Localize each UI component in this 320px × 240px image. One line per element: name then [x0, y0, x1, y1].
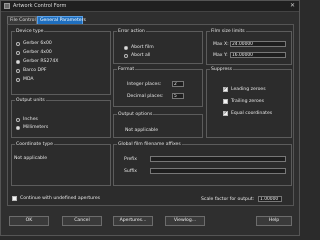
device-gerber-6x00-option[interactable]: Gerber 6x00 — [16, 41, 52, 46]
artwork-control-window: Artwork Control Form ✕ File Control Gene… — [0, 0, 300, 236]
option-label: MDA — [23, 77, 34, 82]
max-x-label: Max X: — [213, 42, 229, 47]
radio-icon — [16, 77, 20, 82]
suppress-trailing-zeroes[interactable]: Trailing zeroes — [223, 99, 264, 104]
film-size-limits-group: Film size limits Max X: 24.00000 Max Y: … — [206, 29, 292, 65]
radio-icon — [16, 117, 20, 122]
abort-film-option[interactable]: Abort film — [124, 45, 154, 50]
form-icon — [4, 3, 10, 9]
checkbox-checked-icon — [223, 87, 228, 92]
checkbox-label: Trailing zeroes — [231, 99, 265, 104]
cancel-button[interactable]: Cancel — [62, 216, 102, 226]
device-barco-dpf-option[interactable]: Barco DPF — [16, 68, 47, 73]
abort-all-option[interactable]: Abort all — [124, 53, 150, 58]
suppress-equal-coordinates[interactable]: Equal coordinates — [223, 111, 272, 116]
title-bar: Artwork Control Form ✕ — [1, 1, 299, 12]
option-label: Gerber 6x00 — [23, 41, 52, 46]
device-type-title: Device type — [15, 29, 45, 34]
close-icon[interactable]: ✕ — [290, 2, 295, 10]
option-label: Millimeters — [23, 125, 49, 130]
decimal-places-input[interactable]: 5 — [172, 93, 184, 99]
output-options-title: Output options — [117, 112, 154, 117]
option-label: Abort film — [131, 45, 154, 50]
continue-undefined-apertures[interactable]: Continue with undefined apertures — [12, 196, 100, 201]
device-gerber-4x00-option[interactable]: Gerber 4x00 — [16, 50, 52, 55]
device-gerber-rs274x-option[interactable]: Gerber RS274X — [16, 59, 58, 64]
coordinate-type-title: Coordinate type — [15, 142, 54, 147]
help-button[interactable]: Help — [256, 216, 292, 226]
checkbox-label: Equal coordinates — [231, 111, 273, 116]
max-x-input[interactable]: 24.00000 — [230, 41, 286, 47]
option-label: Inches — [23, 117, 38, 122]
ok-button[interactable]: OK — [9, 216, 49, 226]
suppress-leading-zeroes[interactable]: Leading zeroes — [223, 87, 266, 92]
output-units-group: Output units Inches Millimeters — [11, 98, 111, 138]
format-group: Format Integer places: 2 Decimal places:… — [113, 67, 203, 107]
max-y-input[interactable]: 16.00000 — [230, 52, 286, 58]
scale-factor-input[interactable]: 1.00000 — [258, 196, 282, 202]
prefix-label: Prefix — [124, 157, 137, 162]
radio-selected-icon — [124, 45, 128, 50]
integer-places-input[interactable]: 2 — [172, 81, 184, 87]
coordinate-type-value: Not applicable — [14, 156, 48, 161]
radio-icon — [16, 50, 20, 55]
viewlog-button[interactable]: Viewlog... — [165, 216, 205, 226]
format-title: Format — [117, 67, 136, 72]
scale-factor-label: Scale factor for output: — [201, 197, 255, 202]
option-label: Gerber RS274X — [23, 59, 59, 64]
checkbox-checked-icon — [223, 111, 228, 116]
option-label: Gerber 4x00 — [23, 50, 52, 55]
output-options-group: Output options Not applicable — [113, 112, 203, 138]
suppress-title: Suppress — [210, 67, 234, 72]
general-parameters-panel: Device type Gerber 6x00 Gerber 4x00 Gerb… — [7, 24, 294, 206]
global-affixes-group: Global film filename affixes Prefix Suff… — [113, 142, 292, 186]
decimal-places-label: Decimal places: — [127, 94, 164, 99]
suffix-input[interactable] — [150, 168, 286, 174]
checkbox-icon — [223, 99, 228, 104]
checkbox-label: Leading zeroes — [231, 87, 266, 92]
output-options-value: Not applicable — [125, 128, 159, 133]
suffix-label: Suffix — [124, 169, 137, 174]
film-size-limits-title: Film size limits — [210, 29, 246, 34]
units-millimeters-option[interactable]: Millimeters — [16, 125, 48, 130]
radio-icon — [16, 41, 20, 46]
device-type-group: Device type Gerber 6x00 Gerber 4x00 Gerb… — [11, 29, 111, 95]
coordinate-type-group: Coordinate type Not applicable — [11, 142, 111, 186]
checkbox-label: Continue with undefined apertures — [20, 196, 101, 201]
max-y-label: Max Y: — [213, 53, 228, 58]
apertures-button[interactable]: Apertures... — [113, 216, 153, 226]
radio-icon — [16, 68, 20, 73]
error-action-group: Error action Abort film Abort all — [113, 29, 203, 64]
window-title: Artwork Control Form — [13, 3, 67, 9]
integer-places-label: Integer places: — [127, 82, 162, 87]
output-units-title: Output units — [15, 98, 46, 103]
device-mda-option[interactable]: MDA — [16, 77, 34, 82]
units-inches-option[interactable]: Inches — [16, 117, 38, 122]
option-label: Barco DPF — [23, 68, 47, 73]
suppress-group: Suppress Leading zeroes Trailing zeroes … — [206, 67, 292, 138]
radio-icon — [124, 53, 128, 58]
prefix-input[interactable] — [150, 156, 286, 162]
option-label: Abort all — [131, 53, 151, 58]
error-action-title: Error action — [117, 29, 146, 34]
checkbox-icon — [12, 196, 17, 201]
radio-selected-icon — [16, 59, 20, 64]
global-affixes-title: Global film filename affixes — [117, 142, 182, 147]
radio-selected-icon — [16, 125, 20, 130]
